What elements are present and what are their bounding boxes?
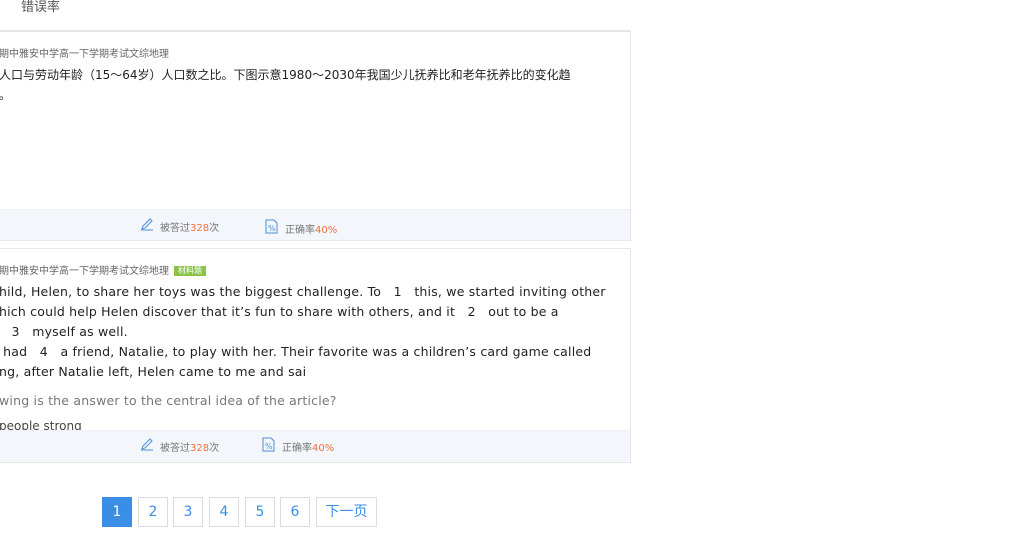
question-card[interactable]: 期中雅安中学高一下学期考试文综地理 人口与劳动年龄（15～64岁）人口数之比。下…: [0, 31, 631, 241]
sort-error-rate[interactable]: 错误率: [21, 0, 60, 15]
accuracy-stat: % 正确率40%: [262, 437, 335, 454]
question-text: hild, Helen, to share her toys was the b…: [0, 284, 606, 379]
page-button-2[interactable]: 2: [138, 497, 168, 527]
percent-doc-icon: %: [262, 437, 275, 452]
page-button-5[interactable]: 5: [245, 497, 275, 527]
accuracy-value: 40%: [315, 225, 338, 236]
answered-prefix: 被答过: [160, 223, 190, 234]
accuracy-label: 正确率: [285, 225, 315, 236]
answered-stat: 被答过328次: [141, 218, 220, 234]
sub-question: wing is the answer to the central idea o…: [0, 393, 337, 408]
answered-suffix: 次: [209, 223, 220, 234]
sort-bar: 错误率: [0, 0, 630, 31]
accuracy-stat: % 正确率40%: [265, 219, 338, 236]
page-button-3[interactable]: 3: [173, 497, 203, 527]
question-source: 期中雅安中学高一下学期考试文综地理 材料题: [0, 262, 206, 277]
accuracy-value: 40%: [312, 443, 335, 454]
next-page-button[interactable]: 下一页: [316, 497, 377, 527]
question-source: 期中雅安中学高一下学期考试文综地理: [0, 49, 169, 60]
question-source-text: 期中雅安中学高一下学期考试文综地理: [0, 266, 169, 277]
question-type-badge: 材料题: [174, 266, 206, 276]
answered-count: 328: [190, 223, 210, 234]
svg-text:%: %: [268, 224, 276, 233]
pencil-icon: [141, 218, 153, 231]
question-footer: 被答过328次 % 正确率40%: [0, 430, 630, 462]
answered-suffix: 次: [209, 443, 220, 454]
answered-count: 328: [190, 443, 210, 454]
page-button-4[interactable]: 4: [209, 497, 239, 527]
answered-stat: 被答过328次: [141, 438, 220, 454]
question-card[interactable]: 期中雅安中学高一下学期考试文综地理 材料题 hild, Helen, to sha…: [0, 248, 631, 463]
percent-doc-icon: %: [265, 219, 278, 234]
answered-prefix: 被答过: [160, 443, 190, 454]
pencil-icon: [141, 438, 153, 451]
question-footer: 被答过328次 % 正确率40%: [0, 209, 630, 240]
accuracy-label: 正确率: [282, 443, 312, 454]
question-text: 人口与劳动年龄（15～64岁）人口数之比。下图示意1980～2030年我国少儿抚…: [0, 68, 571, 102]
page-button-6[interactable]: 6: [280, 497, 310, 527]
svg-text:%: %: [265, 442, 273, 451]
page-button-1[interactable]: 1: [102, 497, 132, 527]
